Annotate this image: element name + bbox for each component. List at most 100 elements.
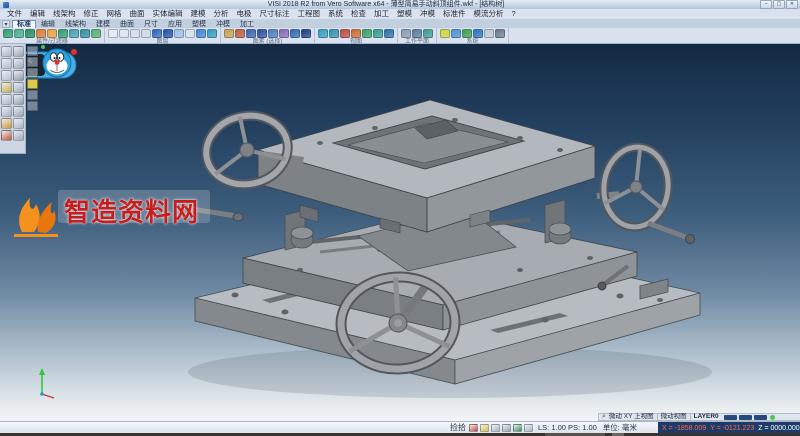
ribbon-icon[interactable] (473, 29, 483, 38)
menu-item-8[interactable]: 分析 (210, 9, 233, 19)
menu-item-18[interactable]: 模流分析 (470, 9, 508, 19)
ribbon-icon[interactable] (362, 29, 372, 38)
ribbon-icon[interactable] (257, 29, 267, 38)
menu-item-4[interactable]: 网格 (103, 9, 126, 19)
left-toolbar-icon[interactable] (1, 70, 12, 81)
left-toolbar-icon[interactable] (1, 130, 12, 141)
ribbon-icon[interactable] (207, 29, 217, 38)
status-icon[interactable] (480, 424, 489, 432)
toolbar-tab-0[interactable]: 标准 (12, 20, 36, 28)
menu-item-2[interactable]: 线架构 (49, 9, 80, 19)
ribbon-icon[interactable] (246, 29, 256, 38)
toolbar-tab-8[interactable]: 冲模 (211, 20, 235, 28)
left-toolbar-icon[interactable] (13, 46, 24, 57)
nav-mode-label[interactable]: 微动 XY 上视图 (609, 413, 654, 421)
ribbon-icon[interactable] (58, 29, 68, 38)
left-toolbar-icon[interactable] (1, 94, 12, 105)
collapse-tabs-button[interactable]: ▾ (2, 20, 10, 28)
ribbon-icon[interactable] (495, 29, 505, 38)
ribbon-icon[interactable] (163, 29, 173, 38)
view-cube-button-5[interactable] (27, 101, 38, 111)
ribbon-icon[interactable] (130, 29, 140, 38)
menu-item-6[interactable]: 实体编辑 (149, 9, 187, 19)
nav-view-label[interactable]: 微动视图 (661, 413, 687, 421)
ribbon-icon[interactable] (196, 29, 206, 38)
status-icon[interactable] (469, 424, 478, 432)
ribbon-icon[interactable] (268, 29, 278, 38)
menu-item-9[interactable]: 电极 (233, 9, 256, 19)
ribbon-icon[interactable] (318, 29, 328, 38)
ribbon-icon[interactable] (108, 29, 118, 38)
menu-item-15[interactable]: 塑模 (393, 9, 416, 19)
active-layer-label[interactable]: LAYER0 (694, 413, 719, 421)
ribbon-icon[interactable] (69, 29, 79, 38)
menu-item-0[interactable]: 文件 (3, 9, 26, 19)
maximize-button[interactable]: ▢ (773, 0, 785, 9)
view-cube-button-0[interactable] (27, 46, 38, 56)
menu-item-13[interactable]: 检查 (347, 9, 370, 19)
left-toolbar-icon[interactable] (13, 130, 24, 141)
menu-item-5[interactable]: 曲面 (126, 9, 149, 19)
toolbar-tab-5[interactable]: 尺寸 (139, 20, 163, 28)
toolbar-tab-3[interactable]: 建模 (91, 20, 115, 28)
ribbon-icon[interactable] (301, 29, 311, 38)
ribbon-icon[interactable] (401, 29, 411, 38)
left-toolbar-icon[interactable] (13, 82, 24, 93)
view-cube-button-2[interactable] (27, 68, 38, 78)
ribbon-icon[interactable] (351, 29, 361, 38)
nav-button-2[interactable] (754, 415, 767, 420)
ribbon-icon[interactable] (224, 29, 234, 38)
close-button[interactable]: ✕ (786, 0, 798, 9)
status-icon[interactable] (513, 424, 522, 432)
menu-item-16[interactable]: 冲模 (416, 9, 439, 19)
ribbon-icon[interactable] (14, 29, 24, 38)
ribbon-icon[interactable] (3, 29, 13, 38)
ribbon-icon[interactable] (440, 29, 450, 38)
left-toolbar-icon[interactable] (1, 118, 12, 129)
magnifier-icon[interactable]: ⌕ (602, 413, 606, 421)
left-toolbar-icon[interactable] (1, 46, 12, 57)
ribbon-icon[interactable] (80, 29, 90, 38)
left-toolbar-icon[interactable] (13, 106, 24, 117)
ribbon-icon[interactable] (141, 29, 151, 38)
menu-item-14[interactable]: 加工 (370, 9, 393, 19)
ribbon-icon[interactable] (119, 29, 129, 38)
nav-button-0[interactable] (724, 415, 737, 420)
ribbon-icon[interactable] (47, 29, 57, 38)
toolbar-tab-9[interactable]: 加工 (235, 20, 259, 28)
pick-mode-label[interactable]: 捡拾 (450, 422, 466, 433)
toolbar-tab-4[interactable]: 曲面 (115, 20, 139, 28)
view-cube-button-3[interactable] (27, 79, 38, 89)
minimize-button[interactable]: – (760, 0, 772, 9)
nav-button-1[interactable] (739, 415, 752, 420)
ribbon-icon[interactable] (152, 29, 162, 38)
ribbon-icon[interactable] (185, 29, 195, 38)
toolbar-tab-2[interactable]: 线架构 (60, 20, 91, 28)
ribbon-icon[interactable] (36, 29, 46, 38)
ribbon-icon[interactable] (329, 29, 339, 38)
ribbon-icon[interactable] (340, 29, 350, 38)
ribbon-icon[interactable] (373, 29, 383, 38)
toolbar-tab-7[interactable]: 塑模 (187, 20, 211, 28)
left-toolbar-icon[interactable] (1, 82, 12, 93)
ribbon-icon[interactable] (290, 29, 300, 38)
toolbar-tab-6[interactable]: 应用 (163, 20, 187, 28)
menu-item-1[interactable]: 编辑 (26, 9, 49, 19)
left-toolbar-icon[interactable] (1, 106, 12, 117)
menu-item-11[interactable]: 工程图 (294, 9, 325, 19)
ribbon-icon[interactable] (279, 29, 289, 38)
left-toolbar-icon[interactable] (13, 70, 24, 81)
ribbon-icon[interactable] (91, 29, 101, 38)
left-toolbar-icon[interactable] (1, 58, 12, 69)
menu-item-3[interactable]: 修正 (80, 9, 103, 19)
ribbon-icon[interactable] (25, 29, 35, 38)
ribbon-icon[interactable] (484, 29, 494, 38)
status-icon[interactable] (524, 424, 533, 432)
left-toolbar-icon[interactable] (13, 58, 24, 69)
ribbon-icon[interactable] (174, 29, 184, 38)
status-icon[interactable] (502, 424, 511, 432)
ribbon-icon[interactable] (423, 29, 433, 38)
ribbon-icon[interactable] (235, 29, 245, 38)
view-cube-button-4[interactable] (27, 90, 38, 100)
menu-item-10[interactable]: 尺寸标注 (256, 9, 294, 19)
